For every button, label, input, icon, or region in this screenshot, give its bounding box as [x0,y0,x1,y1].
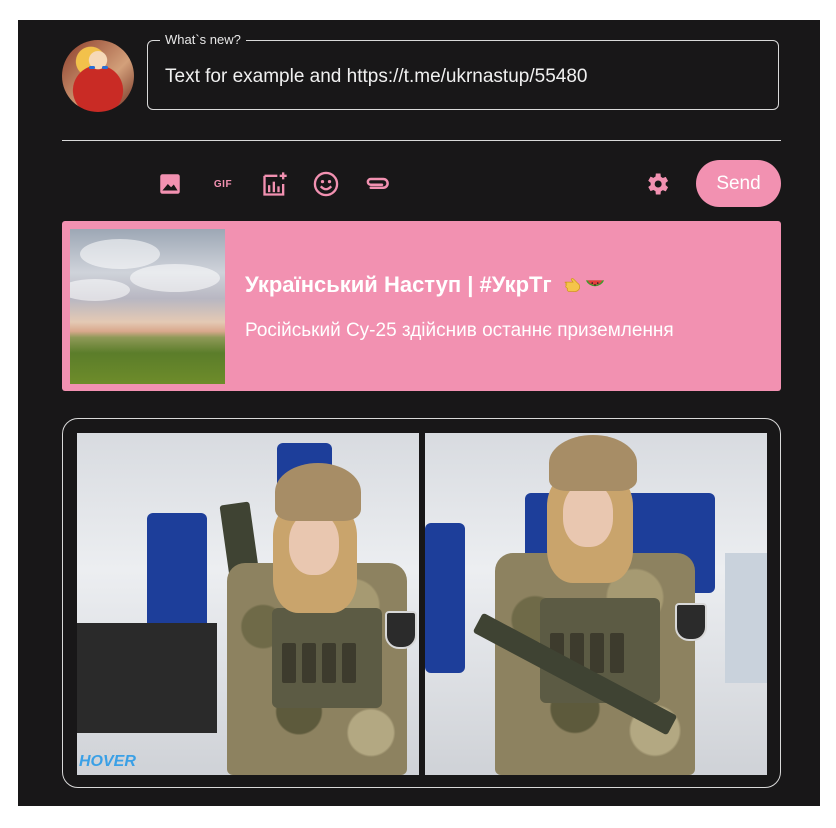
add-emoji-button[interactable] [311,169,341,199]
avatar-eye [89,66,95,69]
link-preview-title-text: Український Наступ | #УкрТг [245,272,552,297]
attach-file-button[interactable] [362,169,392,199]
link-preview-card[interactable]: Український Наступ | #УкрТг Російський С… [62,221,781,391]
send-button[interactable]: Send [696,160,781,207]
poll-icon [263,172,287,196]
settings-icon [648,173,669,195]
whats-new-input[interactable]: What`s new? Text for example and https:/… [147,32,779,110]
user-avatar[interactable] [62,40,134,112]
link-preview-image [70,229,225,384]
whats-new-value[interactable]: Text for example and https://t.me/ukrnas… [165,65,768,89]
link-preview-description: Російський Су-25 здійснив останнє призем… [245,320,674,341]
divider [62,140,781,141]
attached-photo[interactable] [425,433,767,775]
attached-media-gallery: HOVER [62,418,781,788]
emoji-icon [313,171,339,197]
image-icon [160,174,180,194]
watermelon-icon [585,280,604,287]
link-preview-title: Український Наступ | #УкрТг [245,271,606,299]
whats-new-label: What`s new? [160,32,246,48]
add-image-button[interactable] [155,169,185,199]
add-poll-button[interactable] [260,169,290,199]
avatar-eye [102,66,108,69]
settings-button[interactable] [642,169,672,199]
add-gif-button[interactable]: GIF [208,169,238,199]
pointing-hand-icon [564,278,580,292]
attach-icon [366,177,389,189]
hover-logo: HOVER [79,753,136,770]
gif-icon: GIF [213,178,233,190]
attached-photo[interactable]: HOVER [77,433,419,775]
